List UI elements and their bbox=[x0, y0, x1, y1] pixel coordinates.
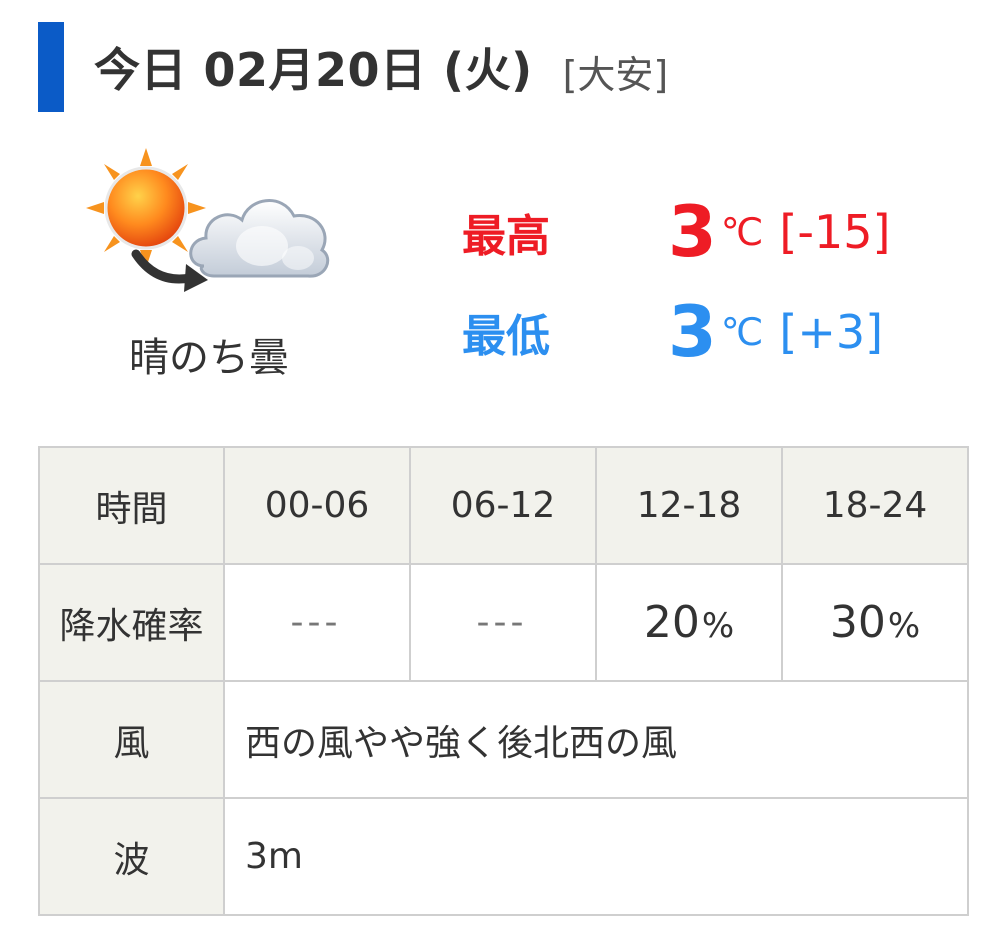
precip-cell: --- bbox=[409, 563, 597, 682]
precip-cell: 20% bbox=[595, 563, 783, 682]
wind-header: 風 bbox=[38, 680, 225, 799]
precip-header: 降水確率 bbox=[38, 563, 225, 682]
precip-unit: % bbox=[887, 606, 921, 646]
high-temperature-row: 最高 3 ℃ [-15] bbox=[462, 192, 890, 272]
wind-value: 西の風やや強く後北西の風 bbox=[223, 680, 969, 799]
period-cell: 18-24 bbox=[781, 446, 969, 565]
low-temperature-row: 最低 3 ℃ [+3] bbox=[462, 292, 883, 372]
precip-row: 降水確率 --- --- 20% 30% bbox=[38, 563, 969, 682]
high-temp-unit: ℃ bbox=[720, 210, 764, 254]
wind-row: 風 西の風やや強く後北西の風 bbox=[38, 680, 969, 799]
rokuyo-label: [大安] bbox=[562, 52, 669, 97]
precip-value: 30 bbox=[829, 597, 886, 648]
period-cell: 00-06 bbox=[223, 446, 411, 565]
sunny-then-cloudy-icon bbox=[86, 148, 330, 292]
precip-value: --- bbox=[476, 602, 528, 643]
time-header: 時間 bbox=[38, 446, 225, 565]
precip-cell: --- bbox=[223, 563, 411, 682]
date-title: 今日 02月20日 (火) bbox=[94, 43, 533, 97]
time-row: 時間 00-06 06-12 12-18 18-24 bbox=[38, 446, 969, 565]
low-temp-value: 3 bbox=[668, 291, 717, 373]
low-temp-unit: ℃ bbox=[720, 310, 764, 354]
precip-cell: 30% bbox=[781, 563, 969, 682]
weather-label: 晴のち曇 bbox=[129, 335, 289, 381]
high-temp-value: 3 bbox=[668, 191, 717, 273]
period-cell: 06-12 bbox=[409, 446, 597, 565]
precip-value: --- bbox=[290, 602, 342, 643]
forecast-table: 時間 00-06 06-12 12-18 18-24 降水確率 --- --- … bbox=[38, 446, 969, 916]
low-temp-label: 最低 bbox=[462, 311, 550, 362]
high-temp-label: 最高 bbox=[462, 211, 550, 262]
header-accent-bar bbox=[38, 22, 64, 112]
period-cell: 12-18 bbox=[595, 446, 783, 565]
wave-row: 波 3m bbox=[38, 797, 969, 916]
precip-unit: % bbox=[701, 606, 735, 646]
forecast-header: 今日 02月20日 (火) [大安] bbox=[38, 22, 668, 112]
weather-summary: 晴のち曇 bbox=[80, 140, 350, 381]
wave-header: 波 bbox=[38, 797, 225, 916]
high-temp-diff: [-15] bbox=[779, 205, 891, 259]
wave-value: 3m bbox=[223, 797, 969, 916]
low-temp-diff: [+3] bbox=[779, 305, 884, 359]
precip-value: 20 bbox=[643, 597, 700, 648]
